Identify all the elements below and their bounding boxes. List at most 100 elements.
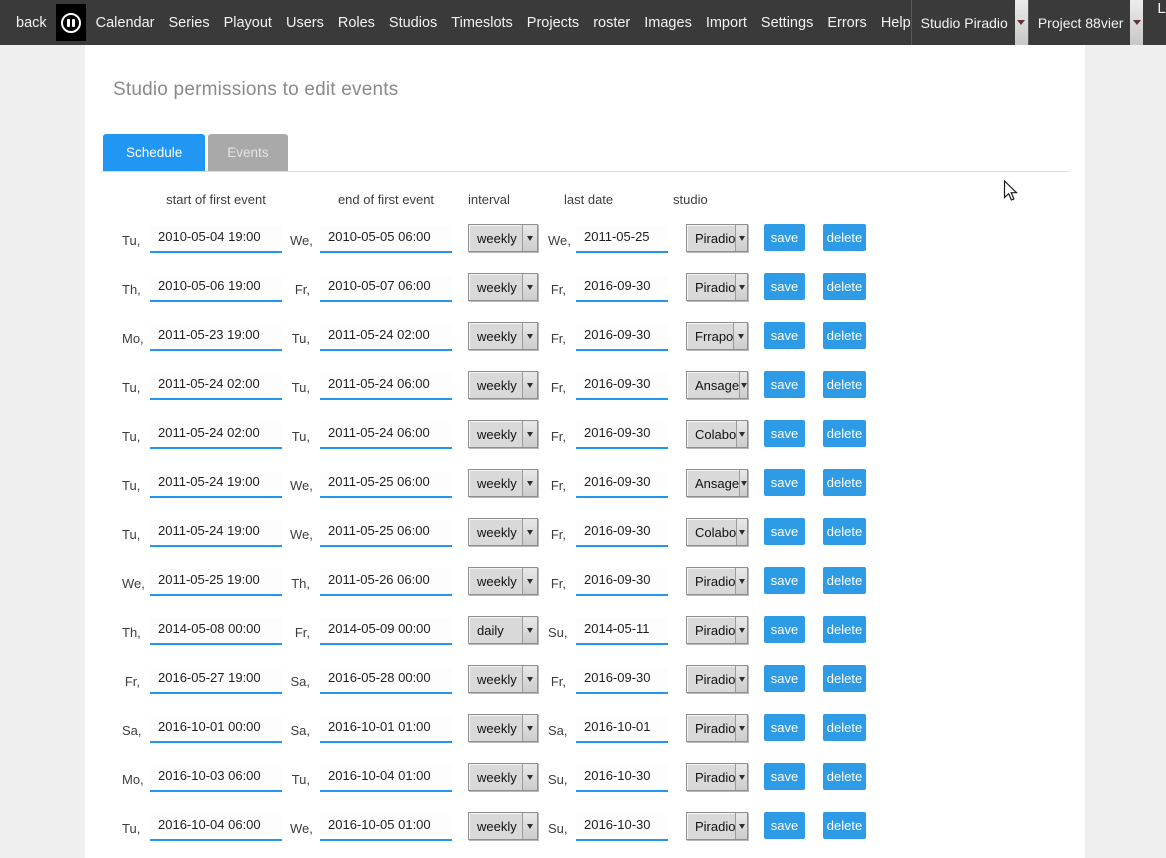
delete-button[interactable]: delete <box>823 322 866 349</box>
studio-select[interactable]: Ansage <box>686 371 748 399</box>
start-datetime-input[interactable] <box>150 716 282 743</box>
save-button[interactable]: save <box>764 273 805 300</box>
nav-item-import[interactable]: Import <box>706 15 747 31</box>
studio-select-arrow-icon[interactable] <box>735 274 747 300</box>
last-date-input[interactable] <box>576 471 668 498</box>
nav-item-help[interactable]: Help <box>881 15 911 31</box>
end-datetime-input[interactable] <box>320 667 452 694</box>
last-date-input[interactable] <box>576 618 668 645</box>
studio-select-arrow-icon[interactable] <box>735 617 747 643</box>
nav-item-playout[interactable]: Playout <box>224 15 272 31</box>
interval-select[interactable]: daily <box>468 616 538 644</box>
save-button[interactable]: save <box>764 518 805 545</box>
save-button[interactable]: save <box>764 322 805 349</box>
interval-select-arrow-icon[interactable] <box>522 568 537 594</box>
interval-select-arrow-icon[interactable] <box>522 274 537 300</box>
nav-item-roles[interactable]: Roles <box>338 15 375 31</box>
delete-button[interactable]: delete <box>823 273 866 300</box>
studio-select[interactable]: Frrapo <box>686 322 748 350</box>
nav-item-users[interactable]: Users <box>286 15 324 31</box>
interval-select[interactable]: weekly <box>468 665 538 693</box>
delete-button[interactable]: delete <box>823 567 866 594</box>
end-datetime-input[interactable] <box>320 422 452 449</box>
delete-button[interactable]: delete <box>823 665 866 692</box>
last-date-input[interactable] <box>576 373 668 400</box>
interval-select[interactable]: weekly <box>468 420 538 448</box>
end-datetime-input[interactable] <box>320 373 452 400</box>
nav-item-roster[interactable]: roster <box>593 15 630 31</box>
studio-select-arrow-icon[interactable] <box>736 421 747 447</box>
tab-events[interactable]: Events <box>208 134 287 171</box>
last-date-input[interactable] <box>576 275 668 302</box>
studio-select[interactable]: Piradio <box>686 812 748 840</box>
last-date-input[interactable] <box>576 422 668 449</box>
delete-button[interactable]: delete <box>823 469 866 496</box>
interval-select[interactable]: weekly <box>468 371 538 399</box>
delete-button[interactable]: delete <box>823 420 866 447</box>
interval-select[interactable]: weekly <box>468 224 538 252</box>
last-date-input[interactable] <box>576 324 668 351</box>
save-button[interactable]: save <box>764 812 805 839</box>
end-datetime-input[interactable] <box>320 765 452 792</box>
nav-item-errors[interactable]: Errors <box>827 15 866 31</box>
interval-select-arrow-icon[interactable] <box>522 617 537 643</box>
last-date-input[interactable] <box>576 814 668 841</box>
interval-select-arrow-icon[interactable] <box>522 323 537 349</box>
end-datetime-input[interactable] <box>320 275 452 302</box>
interval-select[interactable]: weekly <box>468 567 538 595</box>
studio-select-arrow-icon[interactable] <box>739 372 747 398</box>
delete-button[interactable]: delete <box>823 616 866 643</box>
studio-select[interactable]: Piradio <box>686 273 748 301</box>
start-datetime-input[interactable] <box>150 520 282 547</box>
nav-item-timeslots[interactable]: Timeslots <box>451 15 513 31</box>
interval-select-arrow-icon[interactable] <box>522 813 537 839</box>
studio-select-arrow-icon[interactable] <box>735 715 747 741</box>
delete-button[interactable]: delete <box>823 714 866 741</box>
delete-button[interactable]: delete <box>823 812 866 839</box>
project-dropdown-arrow-icon[interactable] <box>1130 0 1143 45</box>
interval-select-arrow-icon[interactable] <box>522 764 537 790</box>
tab-schedule[interactable]: Schedule <box>103 134 205 171</box>
start-datetime-input[interactable] <box>150 618 282 645</box>
interval-select[interactable]: weekly <box>468 714 538 742</box>
interval-select-arrow-icon[interactable] <box>522 421 537 447</box>
studio-select-arrow-icon[interactable] <box>735 764 747 790</box>
start-datetime-input[interactable] <box>150 373 282 400</box>
nav-item-settings[interactable]: Settings <box>761 15 813 31</box>
end-datetime-input[interactable] <box>320 618 452 645</box>
end-datetime-input[interactable] <box>320 716 452 743</box>
interval-select-arrow-icon[interactable] <box>522 519 537 545</box>
studio-select-arrow-icon[interactable] <box>735 568 747 594</box>
start-datetime-input[interactable] <box>150 275 282 302</box>
nav-item-studios[interactable]: Studios <box>389 15 437 31</box>
studio-select[interactable]: Piradio <box>686 763 748 791</box>
save-button[interactable]: save <box>764 420 805 447</box>
studio-select-arrow-icon[interactable] <box>733 323 747 349</box>
studio-select-arrow-icon[interactable] <box>735 813 747 839</box>
interval-select-arrow-icon[interactable] <box>522 715 537 741</box>
last-date-input[interactable] <box>576 520 668 547</box>
nav-item-projects[interactable]: Projects <box>527 15 579 31</box>
studio-dropdown[interactable]: Studio Piradio <box>911 0 1028 45</box>
end-datetime-input[interactable] <box>320 324 452 351</box>
studio-select[interactable]: Ansage <box>686 469 748 497</box>
delete-button[interactable]: delete <box>823 371 866 398</box>
start-datetime-input[interactable] <box>150 324 282 351</box>
interval-select-arrow-icon[interactable] <box>522 666 537 692</box>
nav-item-series[interactable]: Series <box>168 15 209 31</box>
save-button[interactable]: save <box>764 469 805 496</box>
studio-select-arrow-icon[interactable] <box>735 225 747 251</box>
studio-select[interactable]: Piradio <box>686 224 748 252</box>
last-date-input[interactable] <box>576 226 668 253</box>
studio-select-arrow-icon[interactable] <box>739 470 747 496</box>
start-datetime-input[interactable] <box>150 226 282 253</box>
last-date-input[interactable] <box>576 765 668 792</box>
last-date-input[interactable] <box>576 716 668 743</box>
studio-select[interactable]: Colabo <box>686 518 748 546</box>
logout-link[interactable]: Logout <box>1157 0 1166 45</box>
save-button[interactable]: save <box>764 763 805 790</box>
nav-back-link[interactable]: back <box>16 15 47 31</box>
start-datetime-input[interactable] <box>150 667 282 694</box>
nav-item-images[interactable]: Images <box>644 15 692 31</box>
end-datetime-input[interactable] <box>320 520 452 547</box>
